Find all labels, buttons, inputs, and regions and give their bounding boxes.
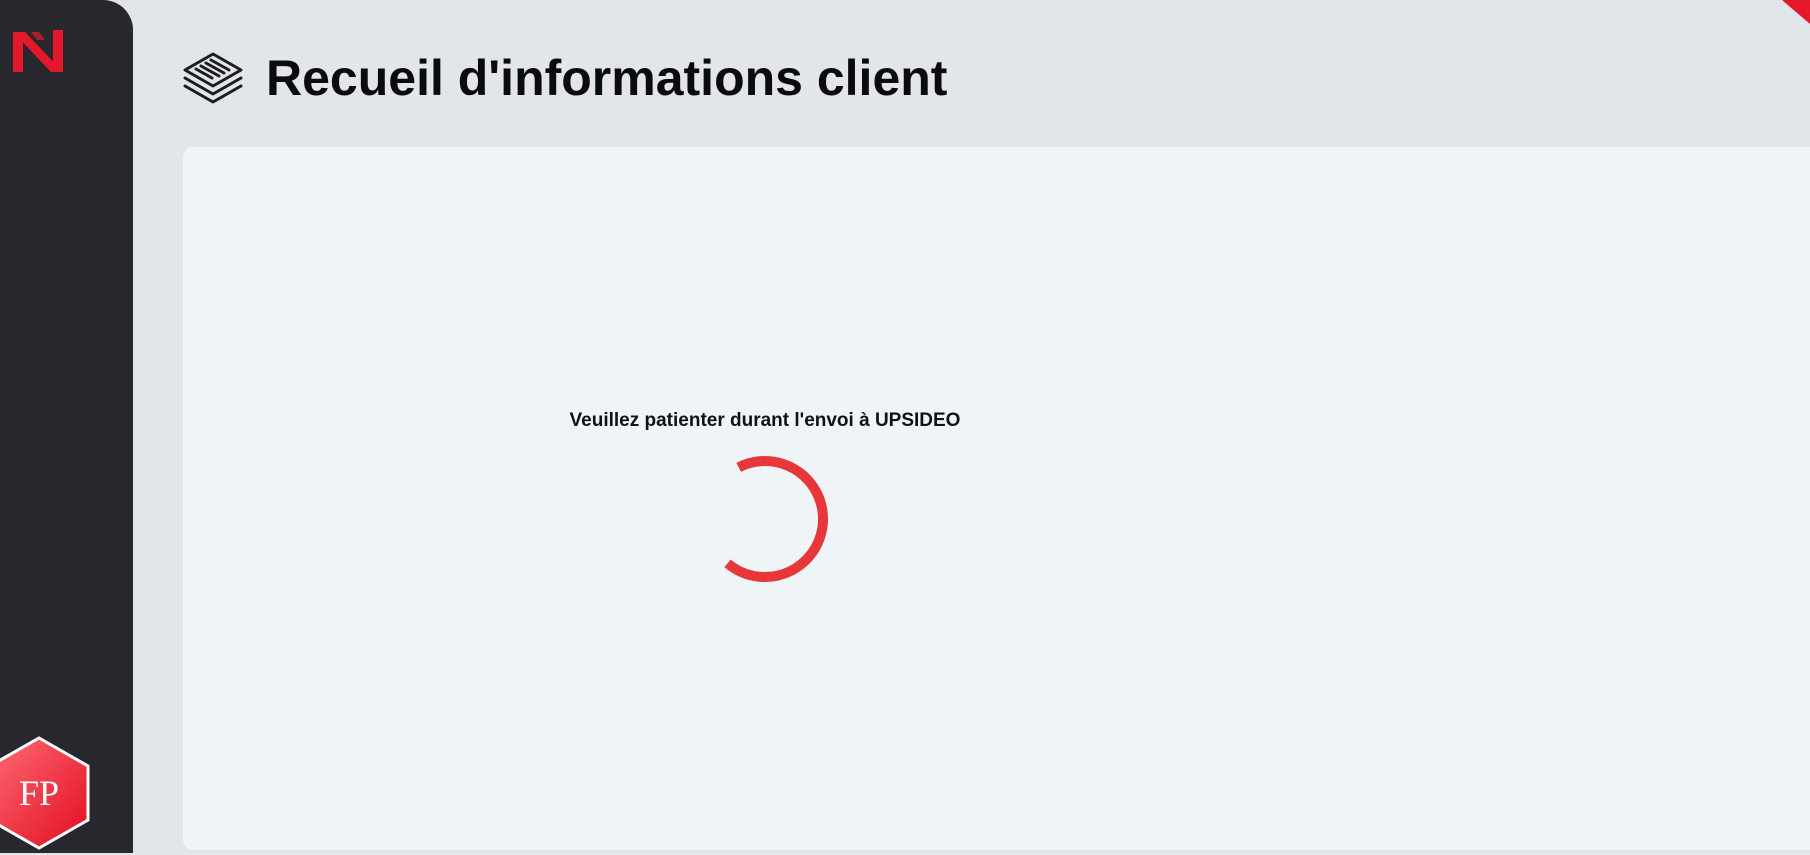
stacked-documents-icon	[181, 44, 245, 108]
corner-ribbon	[1770, 0, 1810, 40]
user-avatar[interactable]: FP	[0, 736, 90, 850]
loading-spinner-icon	[700, 454, 830, 584]
brand-logo-icon[interactable]	[11, 28, 67, 74]
avatar-initials: FP	[18, 773, 60, 813]
content-panel: Veuillez patienter durant l'envoi à UPSI…	[183, 147, 1810, 850]
main-area: Recueil d'informations client Veuillez p…	[133, 0, 1810, 853]
status-message: Veuillez patienter durant l'envoi à UPSI…	[569, 410, 961, 431]
page-title: Recueil d'informations client	[266, 50, 948, 106]
sidebar: FP	[0, 0, 133, 853]
